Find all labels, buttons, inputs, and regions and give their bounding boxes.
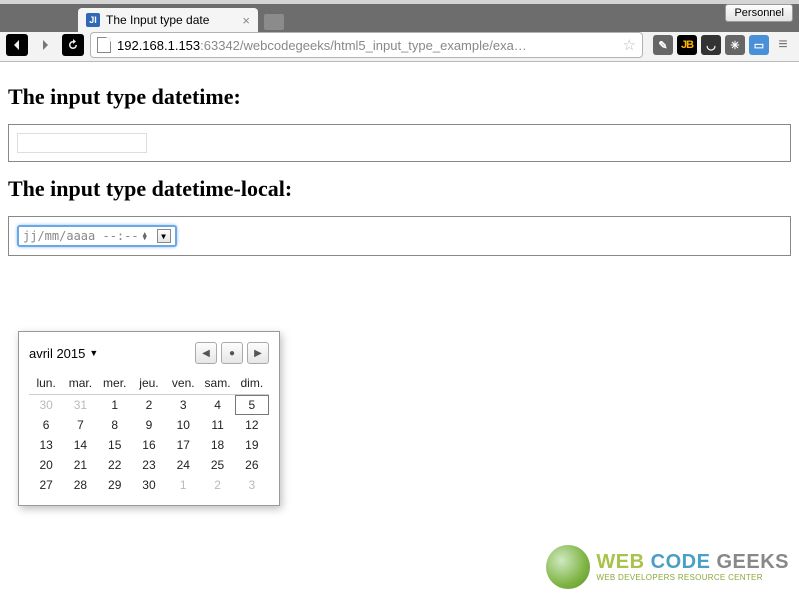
extension-lastpass-icon[interactable]: ✳	[725, 35, 745, 55]
date-picker-month-selector[interactable]: avril 2015 ▼	[29, 346, 98, 361]
date-picker-day-cell[interactable]: 19	[235, 435, 269, 455]
logo-subtitle: WEB DEVELOPERS RESOURCE CENTER	[596, 574, 789, 582]
window-close-button[interactable]	[10, 9, 21, 20]
browser-toolbar: 192.168.1.153:63342/webcodegeeks/html5_i…	[0, 28, 799, 62]
webcodegeeks-logo: WEB CODE GEEKS WEB DEVELOPERS RESOURCE C…	[546, 545, 789, 589]
date-picker-today-button[interactable]: ●	[221, 342, 243, 364]
heading-datetime-local: The input type datetime-local:	[8, 176, 791, 202]
new-tab-button[interactable]	[264, 14, 284, 30]
date-picker-day-cell[interactable]: 15	[98, 435, 132, 455]
page-icon	[97, 37, 111, 53]
logo-word-geeks: GEEKS	[716, 551, 789, 573]
date-picker-next-button[interactable]: ▶	[247, 342, 269, 364]
datetime-fieldset	[8, 124, 791, 162]
date-picker-day-cell[interactable]: 1	[98, 395, 132, 416]
profile-button[interactable]: Personnel	[725, 4, 793, 22]
address-bar[interactable]: 192.168.1.153:63342/webcodegeeks/html5_i…	[90, 32, 643, 58]
datetime-local-dropdown-icon[interactable]: ▼	[157, 229, 171, 243]
date-picker-day-cell[interactable]: 14	[63, 435, 97, 455]
date-picker-day-cell[interactable]: 10	[166, 415, 200, 435]
date-picker-day-cell[interactable]: 9	[132, 415, 166, 435]
date-picker-day-cell[interactable]: 13	[29, 435, 63, 455]
forward-button[interactable]	[34, 34, 56, 56]
date-picker-day-cell[interactable]: 26	[235, 455, 269, 475]
date-picker-day-cell[interactable]: 31	[63, 395, 97, 416]
datetime-local-spinner[interactable]: ▲▼	[143, 232, 153, 240]
date-picker-day-cell[interactable]: 23	[132, 455, 166, 475]
extension-icons: ✎ JB ◡ ✳ ▭ ≡	[653, 35, 793, 55]
chevron-down-icon: ▼	[89, 348, 98, 358]
date-picker-day-header: mer.	[98, 372, 132, 395]
date-picker-day-cell[interactable]: 5	[235, 395, 269, 416]
extension-evernote-icon[interactable]: ✎	[653, 35, 673, 55]
date-picker-day-header: ven.	[166, 372, 200, 395]
chrome-menu-icon[interactable]: ≡	[773, 35, 793, 55]
date-picker-day-cell[interactable]: 17	[166, 435, 200, 455]
extension-jb-icon[interactable]: JB	[677, 35, 697, 55]
window-zoom-button[interactable]	[44, 9, 55, 20]
date-picker-day-cell[interactable]: 4	[200, 395, 234, 416]
date-picker-day-cell[interactable]: 7	[63, 415, 97, 435]
date-picker-day-cell[interactable]: 3	[166, 395, 200, 416]
tab-title: The Input type date	[106, 13, 209, 27]
datetime-local-value: jj/mm/aaaa --:--	[23, 229, 139, 243]
date-picker-day-cell[interactable]: 20	[29, 455, 63, 475]
globe-icon	[546, 545, 590, 589]
date-picker-day-cell[interactable]: 3	[235, 475, 269, 495]
date-picker-day-cell[interactable]: 6	[29, 415, 63, 435]
page-content: The input type datetime: The input type …	[0, 62, 799, 264]
datetime-local-fieldset: jj/mm/aaaa --:-- ▲▼ ▼	[8, 216, 791, 256]
date-picker-popup: avril 2015 ▼ ◀ ● ▶ lun.mar.mer.jeu.ven.s…	[18, 331, 280, 506]
date-picker-day-cell[interactable]: 21	[63, 455, 97, 475]
date-picker-day-cell[interactable]: 2	[200, 475, 234, 495]
date-picker-day-cell[interactable]: 24	[166, 455, 200, 475]
date-picker-day-cell[interactable]: 11	[200, 415, 234, 435]
date-picker-day-cell[interactable]: 25	[200, 455, 234, 475]
tab-strip: JI The Input type date ×	[0, 4, 799, 32]
date-picker-day-header: mar.	[63, 372, 97, 395]
datetime-input[interactable]	[17, 133, 147, 153]
date-picker-day-cell[interactable]: 29	[98, 475, 132, 495]
extension-pocket-icon[interactable]: ◡	[701, 35, 721, 55]
date-picker-day-cell[interactable]: 1	[166, 475, 200, 495]
window-titlebar: JI The Input type date × Personnel	[0, 0, 799, 28]
date-picker-day-cell[interactable]: 16	[132, 435, 166, 455]
date-picker-day-cell[interactable]: 30	[132, 475, 166, 495]
date-picker-grid: lun.mar.mer.jeu.ven.sam.dim. 30311234567…	[29, 372, 269, 495]
date-picker-day-cell[interactable]: 27	[29, 475, 63, 495]
url-text: 192.168.1.153:63342/webcodegeeks/html5_i…	[117, 38, 619, 53]
bookmark-star-icon[interactable]: ☆	[623, 36, 636, 54]
back-button[interactable]	[6, 34, 28, 56]
date-picker-day-cell[interactable]: 30	[29, 395, 63, 416]
browser-tab-active[interactable]: JI The Input type date ×	[78, 8, 258, 32]
extension-devtools-icon[interactable]: ▭	[749, 35, 769, 55]
date-picker-day-cell[interactable]: 8	[98, 415, 132, 435]
date-picker-month-label: avril 2015	[29, 346, 85, 361]
date-picker-day-cell[interactable]: 28	[63, 475, 97, 495]
tab-close-icon[interactable]: ×	[242, 13, 250, 28]
date-picker-prev-button[interactable]: ◀	[195, 342, 217, 364]
date-picker-day-header: jeu.	[132, 372, 166, 395]
tab-favicon: JI	[86, 13, 100, 27]
reload-button[interactable]	[62, 34, 84, 56]
date-picker-day-cell[interactable]: 22	[98, 455, 132, 475]
date-picker-day-header: dim.	[235, 372, 269, 395]
datetime-local-input[interactable]: jj/mm/aaaa --:-- ▲▼ ▼	[17, 225, 177, 247]
logo-word-web: WEB	[596, 551, 650, 573]
date-picker-day-cell[interactable]: 12	[235, 415, 269, 435]
date-picker-day-header: sam.	[200, 372, 234, 395]
heading-datetime: The input type datetime:	[8, 84, 791, 110]
date-picker-day-cell[interactable]: 2	[132, 395, 166, 416]
date-picker-day-header: lun.	[29, 372, 63, 395]
date-picker-day-cell[interactable]: 18	[200, 435, 234, 455]
logo-word-code: CODE	[651, 551, 717, 573]
window-minimize-button[interactable]	[27, 9, 38, 20]
